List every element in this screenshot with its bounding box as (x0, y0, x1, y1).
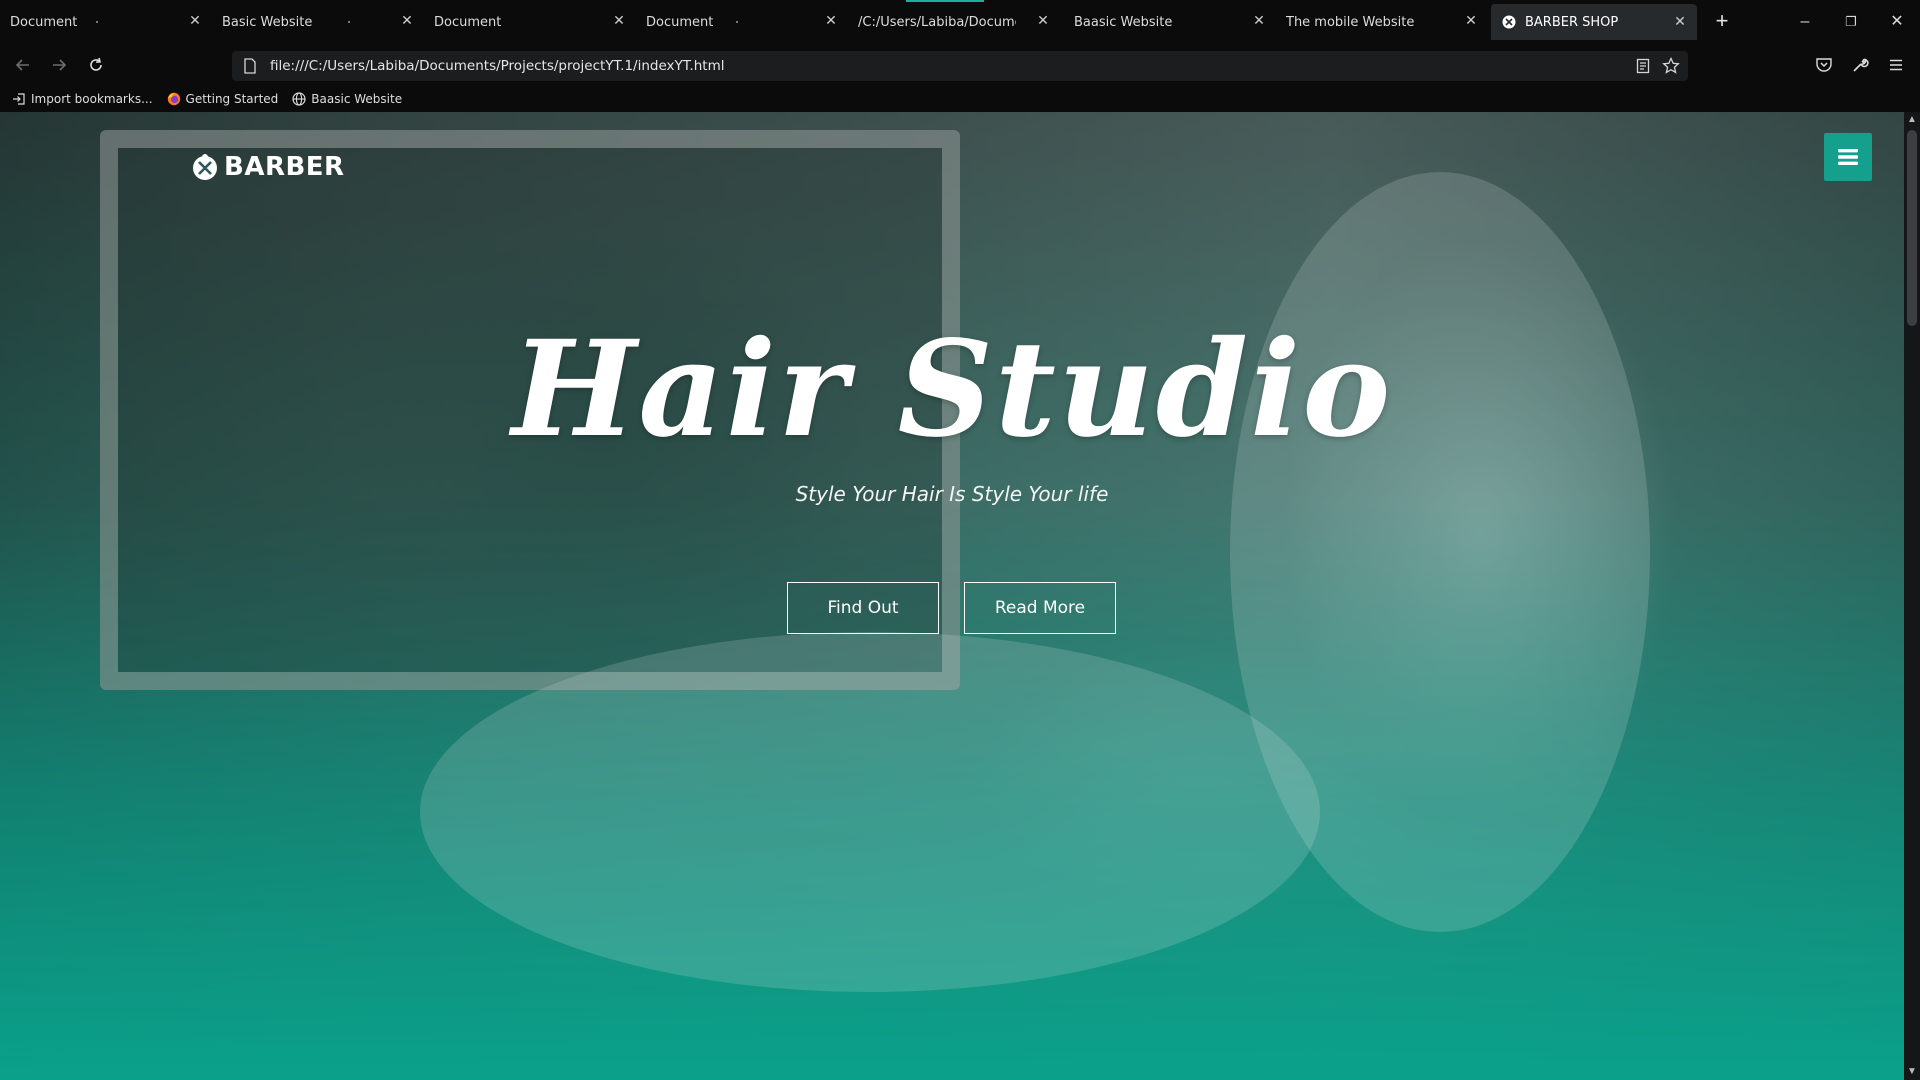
arrow-left-icon (15, 59, 29, 71)
tab-local-file[interactable]: /C:/Users/Labiba/Documents/Pro ✕ (848, 0, 1060, 44)
tab-title: Document (10, 14, 78, 30)
bookmark-baasic-website[interactable]: Baasic Website (292, 92, 402, 106)
tab-title: The mobile Website (1286, 14, 1415, 30)
tab-title: /C:/Users/Labiba/Documents/Pro (858, 14, 1016, 30)
tab-basic-website[interactable]: Basic Website ✕ (212, 0, 424, 44)
tab-close-icon[interactable]: ✕ (186, 12, 204, 30)
read-more-button[interactable]: Read More (964, 582, 1116, 634)
pocket-icon (1816, 58, 1832, 72)
address-bar[interactable]: file:///C:/Users/Labiba/Documents/Projec… (232, 51, 1688, 81)
hero-subtitle: Style Your Hair Is Style Your life (795, 482, 1109, 506)
minimize-button[interactable]: – (1793, 10, 1817, 34)
tab-strip: Document ✕ Basic Website ✕ Document ✕ Do… (0, 0, 1920, 44)
find-out-button[interactable]: Find Out (787, 582, 939, 634)
bookmark-star-icon[interactable] (1662, 57, 1680, 75)
navigation-toolbar: file:///C:/Users/Labiba/Documents/Projec… (0, 44, 1920, 86)
scroll-up-arrow-icon[interactable]: ▲ (1904, 112, 1920, 128)
tab-baasic-website[interactable]: Baasic Website ✕ (1064, 0, 1276, 44)
tab-close-icon[interactable]: ✕ (398, 12, 416, 30)
tab-close-icon[interactable]: ✕ (1671, 13, 1689, 31)
bookmark-label: Baasic Website (311, 92, 403, 106)
url-text[interactable]: file:///C:/Users/Labiba/Documents/Projec… (270, 58, 724, 74)
tab-document-1[interactable]: Document ✕ (0, 0, 212, 44)
tab-close-icon[interactable]: ✕ (1034, 12, 1052, 30)
page-viewport: BARBER Hair Studio Style Your Hair Is St… (0, 112, 1904, 1080)
tab-document-2[interactable]: Document ✕ (424, 0, 636, 44)
app-menu-button[interactable] (1884, 53, 1908, 77)
reader-view-icon[interactable] (1634, 57, 1652, 75)
scroll-down-arrow-icon[interactable]: ▼ (1904, 1064, 1920, 1080)
site-logo[interactable]: BARBER (190, 152, 345, 182)
tab-title: BARBER SHOP (1525, 14, 1619, 30)
back-button[interactable] (11, 53, 35, 77)
hamburger-menu-icon (1838, 149, 1858, 165)
close-window-button[interactable]: ✕ (1885, 10, 1909, 34)
new-tab-button[interactable]: + (1710, 10, 1734, 34)
reload-button[interactable] (84, 53, 108, 77)
scrollbar-thumb[interactable] (1907, 130, 1917, 326)
tab-mobile-website[interactable]: The mobile Website ✕ (1276, 0, 1488, 44)
tab-close-icon[interactable]: ✕ (1462, 12, 1480, 30)
arrow-right-icon (53, 59, 67, 71)
tab-close-icon[interactable]: ✕ (1250, 12, 1268, 30)
reload-icon (90, 57, 102, 71)
tab-barber-shop[interactable]: BARBER SHOP ✕ (1491, 4, 1697, 40)
page-scrollbar[interactable]: ▲ ▼ (1904, 112, 1920, 1080)
tab-title: Baasic Website (1074, 14, 1173, 30)
globe-icon (292, 92, 306, 106)
tab-close-icon[interactable]: ✕ (610, 12, 628, 30)
restore-button[interactable]: ❐ (1839, 10, 1863, 34)
wrench-icon (1853, 58, 1869, 72)
import-icon (12, 92, 26, 106)
site-menu-button[interactable] (1824, 133, 1872, 181)
tab-title: Document (646, 14, 714, 30)
page-icon (242, 58, 258, 74)
extensions-button[interactable] (1848, 53, 1872, 77)
pocket-button[interactable] (1812, 53, 1836, 77)
logo-text: BARBER (224, 152, 345, 182)
tab-title: Document (434, 14, 502, 30)
hamburger-menu-icon (1890, 59, 1902, 71)
barber-logo-icon (193, 154, 217, 180)
hero-title: Hair Studio (511, 312, 1393, 467)
hero-photo-client (420, 632, 1320, 992)
bookmark-label: Getting Started (185, 92, 279, 106)
forward-button[interactable] (47, 53, 71, 77)
tab-title: Basic Website (222, 14, 313, 30)
bookmark-getting-started[interactable]: Getting Started (167, 92, 279, 106)
tab-close-icon[interactable]: ✕ (822, 12, 840, 30)
tab-document-3[interactable]: Document ✕ (636, 0, 848, 44)
firefox-icon (167, 92, 181, 106)
bookmark-label: Import bookmarks... (31, 92, 153, 106)
bookmark-import[interactable]: Import bookmarks... (12, 92, 153, 106)
bookmarks-toolbar: Import bookmarks... Getting Started Baas… (0, 86, 1920, 112)
